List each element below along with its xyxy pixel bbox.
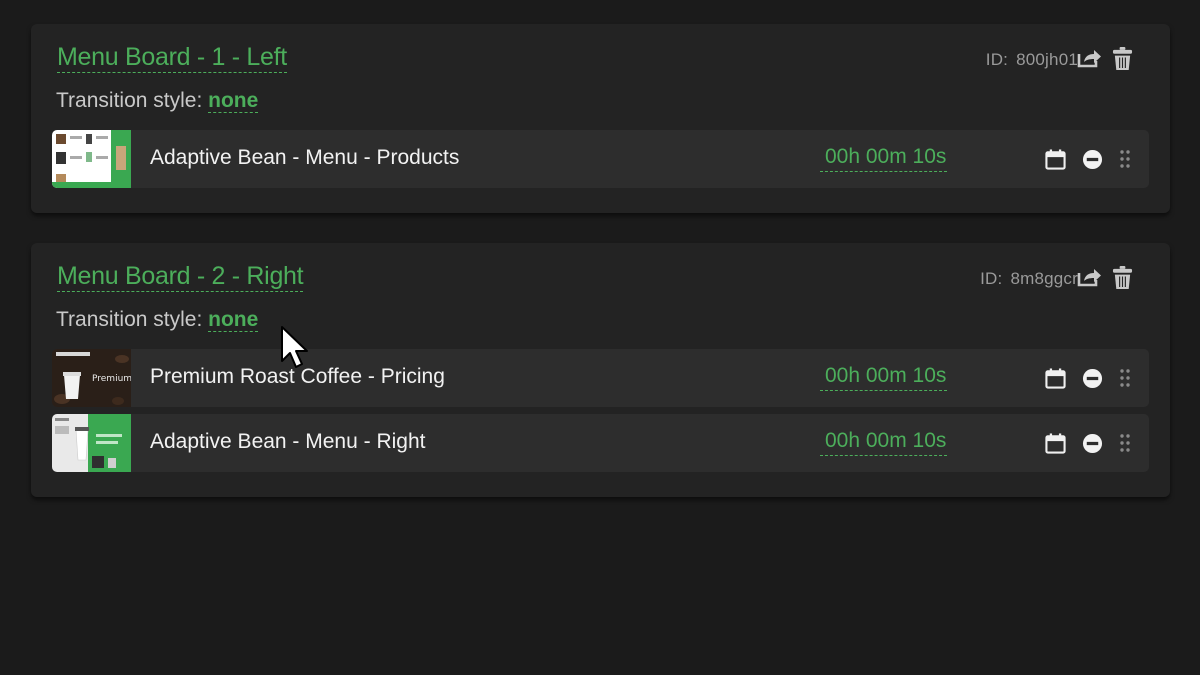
item-name: Adaptive Bean - Menu - Products [150,146,460,169]
id-label: ID: [980,269,1003,288]
calendar-icon[interactable] [1043,431,1067,455]
transition-style: Transition style: none [56,89,259,113]
calendar-icon[interactable] [1043,147,1067,171]
trash-icon[interactable] [1107,44,1137,72]
item-duration[interactable]: 00h 00m 10s [820,145,948,172]
item-name: Premium Roast Coffee - Pricing [150,365,445,388]
item-thumbnail [52,414,131,472]
transition-label: Transition style: [56,308,203,331]
id-value: 800jh01 [1016,50,1078,69]
share-icon[interactable] [1074,263,1104,291]
transition-value[interactable]: none [208,308,259,332]
board-title[interactable]: Menu Board - 1 - Left [57,42,287,73]
remove-icon[interactable] [1080,366,1104,390]
item-duration[interactable]: 00h 00m 10s [820,364,948,391]
playlist-item[interactable]: Adaptive Bean - Menu - Products 00h 00m … [52,130,1149,188]
remove-icon[interactable] [1080,147,1104,171]
transition-label: Transition style: [56,89,203,112]
board-id: ID: 800jh01 [986,50,1078,70]
thumb-text: Premium Roast [92,374,131,384]
item-duration[interactable]: 00h 00m 10s [820,429,948,456]
playlist-item[interactable]: Adaptive Bean - Menu - Right 00h 00m 10s [52,414,1149,472]
item-thumbnail: Premium Roast [52,349,160,407]
playlist-item[interactable]: Premium Roast Premium Roast Coffee - Pri… [52,349,1149,407]
drag-handle-icon[interactable] [1113,147,1137,171]
remove-icon[interactable] [1080,431,1104,455]
drag-handle-icon[interactable] [1113,431,1137,455]
item-name: Adaptive Bean - Menu - Right [150,430,426,453]
transition-style: Transition style: none [56,308,259,332]
menu-board-card-2: Menu Board - 2 - Right Transition style:… [31,243,1170,497]
id-label: ID: [985,50,1009,69]
board-id: ID: 8m8ggcr [980,269,1078,289]
transition-value[interactable]: none [208,89,259,113]
calendar-icon[interactable] [1043,366,1067,390]
trash-icon[interactable] [1107,263,1137,291]
drag-handle-icon[interactable] [1113,366,1137,390]
id-value: 8m8ggcr [1010,269,1078,288]
item-thumbnail [52,130,131,188]
board-title[interactable]: Menu Board - 2 - Right [57,261,304,292]
menu-board-card-1: Menu Board - 1 - Left Transition style: … [31,24,1170,213]
share-icon[interactable] [1074,44,1104,72]
